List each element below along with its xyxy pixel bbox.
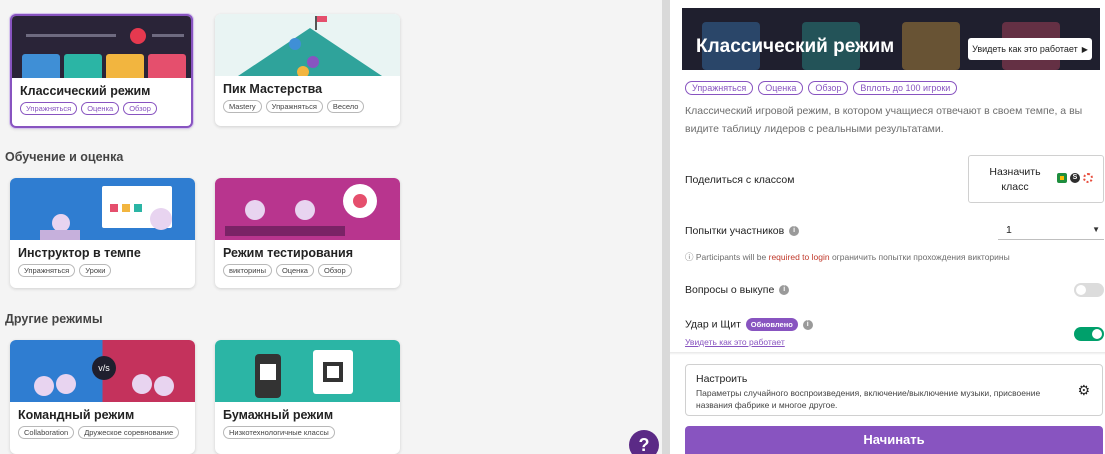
attempts-value: 1	[1006, 224, 1012, 236]
mode-tag: Оценка	[81, 102, 120, 115]
scroll-shadow	[670, 352, 1105, 355]
mode-tag: Низкотехнологичные классы	[223, 426, 335, 439]
mode-tag: викторины	[223, 264, 272, 277]
chevron-down-icon: ▼	[1092, 225, 1100, 234]
mode-tag: Упражняться	[18, 264, 76, 277]
google-classroom-icon	[1057, 173, 1067, 183]
strike-shield-how-it-works-link[interactable]: Увидеть как это работает	[685, 337, 785, 347]
start-button[interactable]: Начинать	[685, 426, 1103, 454]
mode-detail-panel: Классический режим Увидеть как это работ…	[670, 0, 1105, 454]
mode-thumbnail	[215, 178, 400, 240]
redemption-questions-row: Вопросы о выкупе i	[685, 284, 790, 296]
mode-detail-tags: Упражняться Оценка Обзор Вплоть до 100 и…	[685, 81, 958, 95]
mode-card-instructor-paced[interactable]: Инструктор в темпе Упражняться Уроки	[10, 178, 195, 288]
section-heading-learning: Обучение и оценка	[5, 150, 124, 164]
info-icon[interactable]: i	[789, 226, 800, 237]
mode-thumbnail	[215, 14, 400, 76]
panel-divider[interactable]	[662, 0, 670, 454]
mode-tag: Дружеское соревнование	[78, 426, 180, 439]
watch-how-it-works-button[interactable]: Увидеть как это работает ▶	[968, 38, 1092, 60]
mode-title: Командный режим	[18, 408, 135, 422]
detail-tag: Оценка	[758, 81, 804, 95]
detail-tag: Вплоть до 100 игроки	[853, 81, 958, 95]
versus-label: v/s	[92, 356, 116, 380]
gear-icon: ⚙	[1077, 382, 1090, 398]
customize-title: Настроить	[696, 373, 748, 385]
mode-title: Классический режим	[20, 84, 151, 98]
canvas-icon	[1083, 173, 1093, 183]
mode-title: Режим тестирования	[223, 246, 354, 260]
redemption-questions-label: Вопросы о выкупе	[685, 284, 775, 296]
updated-badge: Обновлено	[745, 318, 798, 331]
redemption-questions-toggle[interactable]	[1074, 283, 1104, 297]
schoology-icon: S	[1070, 173, 1080, 183]
assign-class-label: Назначить класс	[989, 166, 1041, 193]
mode-tag: Оценка	[275, 264, 314, 277]
mode-hero-banner: Классический режим Увидеть как это работ…	[682, 8, 1100, 70]
mode-description: Классический игровой режим, в котором уч…	[685, 105, 1083, 135]
mode-card-paper-mode[interactable]: Бумажный режим Низкотехнологичные классы	[215, 340, 400, 454]
note-text: ⓘ Participants will be	[685, 252, 769, 262]
assign-class-button[interactable]: Назначить класс S	[968, 155, 1104, 203]
mode-thumbnail: v/s	[10, 340, 195, 402]
mode-card-test-mode[interactable]: Режим тестирования викторины Оценка Обзо…	[215, 178, 400, 288]
strike-shield-toggle[interactable]	[1074, 327, 1104, 341]
strike-shield-row: Удар и Щит Обновлено i	[685, 318, 813, 331]
mode-tag: Уроки	[79, 264, 112, 277]
participant-attempts-select[interactable]: 1 ▼	[998, 222, 1104, 240]
mode-tag: Упражняться	[20, 102, 78, 115]
watch-button-label: Увидеть как это работает	[972, 44, 1078, 54]
mode-title: Инструктор в темпе	[18, 246, 141, 260]
required-login-link[interactable]: required to login	[769, 252, 830, 262]
detail-tag: Упражняться	[685, 81, 754, 95]
help-icon[interactable]: ?	[629, 430, 659, 454]
mode-title: Пик Мастерства	[223, 82, 323, 96]
customize-settings-button[interactable]: Настроить Параметры случайного воспроизв…	[685, 364, 1103, 416]
mode-tag: Весело	[326, 100, 365, 113]
customize-description: Параметры случайного воспроизведения, вк…	[696, 388, 1041, 410]
info-icon[interactable]: i	[779, 285, 790, 296]
mode-card-classic[interactable]: Классический режим Упражняться Оценка Об…	[10, 14, 193, 128]
participant-attempts-label: Попытки участников	[685, 225, 785, 237]
mode-tag: Collaboration	[18, 426, 75, 439]
detail-tag: Обзор	[808, 81, 849, 95]
mode-tag: Mastery	[223, 100, 262, 113]
share-with-class-label: Поделиться с классом	[685, 174, 795, 186]
mode-card-mastery-peak[interactable]: Пик Мастерства Mastery Упражняться Весел…	[215, 14, 400, 126]
mode-thumbnail	[10, 178, 195, 240]
mode-card-team-mode[interactable]: v/s Командный режим Collaboration Дружес…	[10, 340, 195, 454]
participant-attempts-row: Попытки участников i	[685, 225, 800, 237]
mode-thumbnail	[215, 340, 400, 402]
mode-thumbnail	[12, 16, 191, 78]
mode-title: Бумажный режим	[223, 408, 334, 422]
play-icon: ▶	[1081, 44, 1088, 54]
mode-tag: Упражняться	[265, 100, 323, 113]
section-heading-other: Другие режимы	[5, 312, 103, 326]
mode-detail-title: Классический режим	[696, 36, 895, 57]
mode-tag: Обзор	[317, 264, 352, 277]
strike-shield-label: Удар и Щит	[685, 318, 741, 331]
login-requirement-note: ⓘ Participants will be required to login…	[685, 251, 1010, 263]
game-mode-list: Классический режим Упражняться Оценка Об…	[0, 0, 662, 454]
note-text: ограничить попытки прохождения викторины	[829, 252, 1010, 262]
info-icon[interactable]: i	[802, 319, 813, 330]
mode-tag: Обзор	[123, 102, 157, 115]
